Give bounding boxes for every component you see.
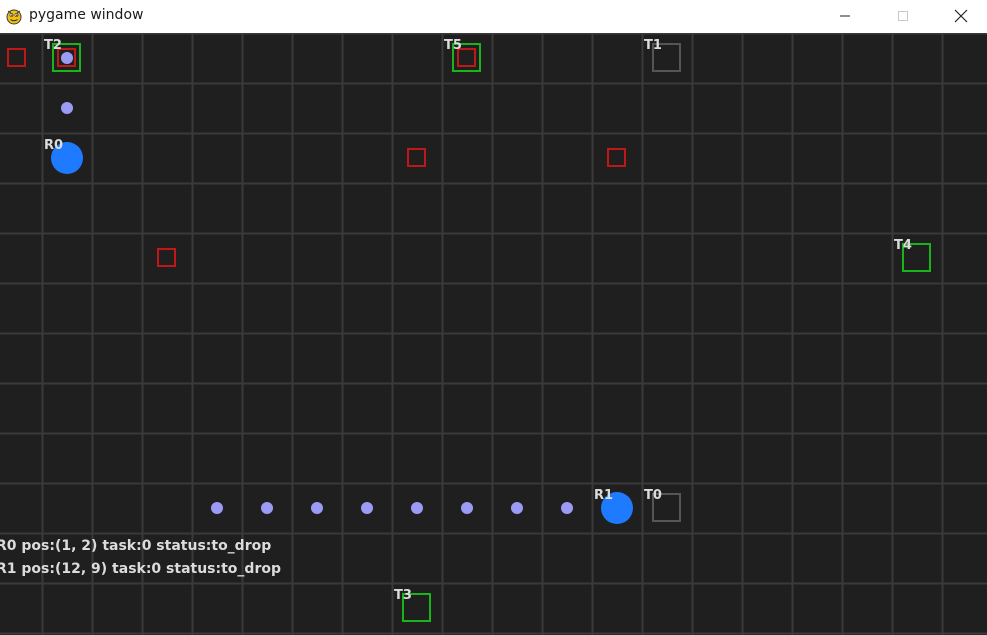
- close-icon: [954, 9, 968, 23]
- maximize-icon: [897, 10, 909, 22]
- pygame-snake-icon: [5, 7, 23, 25]
- minimize-button[interactable]: [822, 0, 868, 32]
- maximize-button[interactable]: [880, 0, 926, 32]
- title-bar[interactable]: pygame window: [0, 0, 987, 33]
- window-title: pygame window: [29, 7, 144, 23]
- robot-status-r1: R1 pos:(12, 9) task:0 status:to_drop: [0, 561, 281, 577]
- pygame-window: pygame window T0 T1 T2 T3 T4 T5 R0 R1 R0 pos:(1…: [0, 0, 987, 635]
- close-button[interactable]: [938, 0, 984, 32]
- game-canvas[interactable]: T0 T1 T2 T3 T4 T5 R0 R1 R0 pos:(1, 2) task:0 st…: [0, 33, 987, 635]
- status-overlay: R0 pos:(1, 2) task:0 status:to_drop R1 p…: [0, 33, 987, 635]
- robot-status-r0: R0 pos:(1, 2) task:0 status:to_drop: [0, 538, 272, 554]
- minimize-icon: [839, 10, 851, 22]
